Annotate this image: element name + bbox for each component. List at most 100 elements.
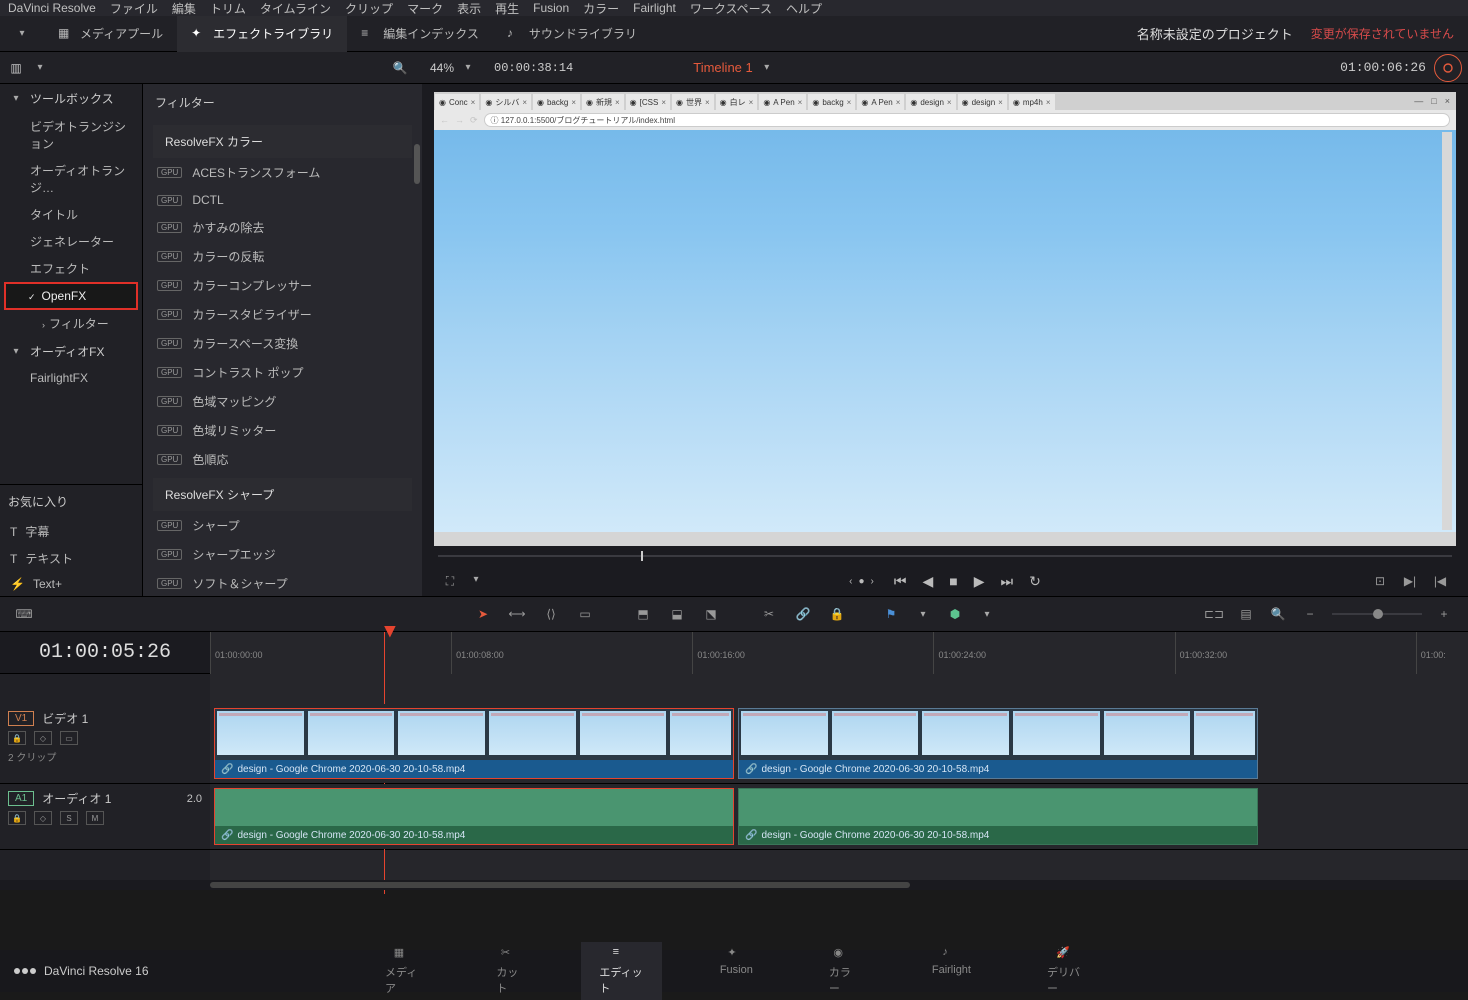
video-clip[interactable]: 🔗design - Google Chrome 2020-06-30 20-10…: [214, 708, 734, 779]
audiofx-header[interactable]: ▾オーディオFX: [0, 337, 142, 366]
favorite-item[interactable]: T字幕: [0, 518, 142, 545]
menu-item[interactable]: カラー: [583, 0, 619, 17]
effect-item[interactable]: GPU色順応: [143, 445, 422, 474]
lock-icon[interactable]: 🔒: [827, 604, 847, 624]
chevron-down-icon[interactable]: ▾: [915, 606, 931, 622]
menu-item[interactable]: DaVinci Resolve: [8, 1, 96, 15]
tree-item[interactable]: ジェネレーター: [0, 228, 142, 255]
trim-tool-icon[interactable]: ⟷: [507, 604, 527, 624]
edit-page-button[interactable]: ≡エディット: [581, 942, 661, 1000]
effects-library-button[interactable]: ✦ エフェクトライブラリ: [177, 16, 347, 52]
overwrite-icon[interactable]: ⬓: [667, 604, 687, 624]
effect-item[interactable]: GPUカラースペース変換: [143, 329, 422, 358]
audio-track-lane[interactable]: 🔗design - Google Chrome 2020-06-30 20-10…: [210, 784, 1468, 849]
effect-item[interactable]: GPUカラースタビライザー: [143, 300, 422, 329]
effect-item[interactable]: GPUかすみの除去: [143, 213, 422, 242]
tree-item[interactable]: ビデオトランジション: [0, 113, 142, 157]
effect-item[interactable]: GPUソフト＆シャープ: [143, 569, 422, 596]
snap-icon[interactable]: ⊏⊐: [1204, 604, 1224, 624]
play-icon[interactable]: ▶: [974, 573, 985, 590]
sync-bin-icon[interactable]: [1434, 54, 1462, 82]
zoom-out-icon[interactable]: −: [1300, 604, 1320, 624]
toolbox-header[interactable]: ▾ツールボックス: [0, 84, 142, 113]
effect-item[interactable]: GPUカラーの反転: [143, 242, 422, 271]
timeline-view-icon[interactable]: ▤: [1236, 604, 1256, 624]
viewer-canvas[interactable]: ◉Conc×◉シルバ×◉backg×◉新規×◉[CSS×◉世界×◉白レ×◉A P…: [434, 92, 1456, 546]
menu-item[interactable]: ヘルプ: [786, 0, 822, 17]
dropdown-toggle[interactable]: ▾: [0, 16, 44, 52]
flag-icon[interactable]: ⚑: [881, 604, 901, 624]
lock-icon[interactable]: 🔒: [8, 811, 26, 825]
audio-clip[interactable]: 🔗design - Google Chrome 2020-06-30 20-10…: [214, 788, 734, 845]
menu-item[interactable]: マーク: [407, 0, 443, 17]
menu-item[interactable]: Fusion: [533, 1, 569, 15]
video-clip[interactable]: 🔗design - Google Chrome 2020-06-30 20-10…: [738, 708, 1258, 779]
timeline-ruler[interactable]: 01:00:00:00 01:00:08:00 01:00:16:00 01:0…: [210, 632, 1468, 674]
selection-tool-icon[interactable]: ➤: [473, 604, 493, 624]
effect-item[interactable]: GPUシャープエッジ: [143, 540, 422, 569]
effect-item[interactable]: GPUACESトランスフォーム: [143, 158, 422, 187]
video-track-lane[interactable]: 🔗design - Google Chrome 2020-06-30 20-10…: [210, 704, 1468, 783]
fusion-page-button[interactable]: ✦Fusion: [702, 942, 771, 1000]
effect-item[interactable]: GPUシャープ: [143, 511, 422, 540]
insert-icon[interactable]: ⬒: [633, 604, 653, 624]
tree-item[interactable]: ›フィルター: [0, 310, 142, 337]
effect-item[interactable]: GPU色域リミッター: [143, 416, 422, 445]
play-reverse-icon[interactable]: ◀: [922, 573, 933, 590]
auto-select-icon[interactable]: ◇: [34, 811, 52, 825]
favorite-item[interactable]: Tテキスト: [0, 545, 142, 572]
loop-icon[interactable]: ↻: [1029, 573, 1041, 590]
effect-item[interactable]: GPUカラーコンプレッサー: [143, 271, 422, 300]
marker-icon[interactable]: ⬢: [945, 604, 965, 624]
menu-item[interactable]: ワークスペース: [690, 0, 772, 17]
scrollbar[interactable]: [414, 144, 420, 184]
tree-item[interactable]: オーディオトランジ…: [0, 157, 142, 201]
link-icon[interactable]: 🔗: [793, 604, 813, 624]
crop-icon[interactable]: ⛶: [440, 571, 460, 591]
menu-item[interactable]: タイムライン: [260, 0, 331, 17]
blade-tool-icon[interactable]: ▭: [575, 604, 595, 624]
razor-icon[interactable]: ✂: [759, 604, 779, 624]
zoom-find-icon[interactable]: 🔍: [1268, 604, 1288, 624]
zoom-in-icon[interactable]: +: [1434, 604, 1454, 624]
viewer-zoom[interactable]: 44% ▾: [430, 60, 476, 76]
track-header[interactable]: A1 オーディオ 1 2.0 🔒 ◇ S M: [0, 784, 210, 849]
timeline-name-dropdown[interactable]: Timeline 1 ▾: [693, 60, 774, 76]
playhead-icon[interactable]: [384, 626, 396, 638]
deliver-page-button[interactable]: 🚀デリバー: [1029, 942, 1101, 1000]
tree-item[interactable]: エフェクト: [0, 255, 142, 282]
prev-edit-icon[interactable]: ‹: [849, 576, 852, 587]
menu-item[interactable]: 再生: [495, 0, 519, 17]
menu-item[interactable]: 編集: [172, 0, 196, 17]
effect-item[interactable]: GPU色域マッピング: [143, 387, 422, 416]
tree-item[interactable]: タイトル: [0, 201, 142, 228]
media-pool-button[interactable]: ▦ メディアプール: [44, 16, 177, 52]
color-page-button[interactable]: ◉カラー: [811, 942, 874, 1000]
menu-item[interactable]: Fairlight: [633, 1, 676, 15]
track-header[interactable]: V1 ビデオ 1 🔒 ◇ ▭ 2 クリップ: [0, 704, 210, 783]
effect-item[interactable]: GPUDCTL: [143, 187, 422, 213]
stop-icon[interactable]: ■: [949, 573, 957, 590]
chevron-down-icon[interactable]: ▾: [979, 606, 995, 622]
lock-icon[interactable]: 🔒: [8, 731, 26, 745]
disable-icon[interactable]: ▭: [60, 731, 78, 745]
panel-layout-toggle[interactable]: ▥: [0, 52, 32, 84]
cut-page-button[interactable]: ✂カット: [478, 942, 541, 1000]
mute-button[interactable]: M: [86, 811, 104, 825]
sound-library-button[interactable]: ♪ サウンドライブラリ: [493, 16, 651, 52]
tree-item[interactable]: FairlightFX: [0, 366, 142, 390]
menu-item[interactable]: 表示: [457, 0, 481, 17]
viewer-scrubber[interactable]: [432, 546, 1458, 566]
go-end-icon[interactable]: ⏭: [1001, 573, 1014, 590]
effect-item[interactable]: GPUコントラスト ポップ: [143, 358, 422, 387]
auto-select-icon[interactable]: ◇: [34, 731, 52, 745]
timeline-hscrollbar[interactable]: [0, 880, 1468, 890]
match-frame-icon[interactable]: ⊡: [1370, 571, 1390, 591]
audio-clip[interactable]: 🔗design - Google Chrome 2020-06-30 20-10…: [738, 788, 1258, 845]
menu-item[interactable]: トリム: [210, 0, 246, 17]
menu-item[interactable]: クリップ: [345, 0, 393, 17]
media-page-button[interactable]: ▦メディア: [367, 942, 438, 1000]
search-icon[interactable]: 🔍: [390, 58, 410, 78]
replace-icon[interactable]: ⬔: [701, 604, 721, 624]
zoom-slider[interactable]: [1332, 613, 1422, 615]
